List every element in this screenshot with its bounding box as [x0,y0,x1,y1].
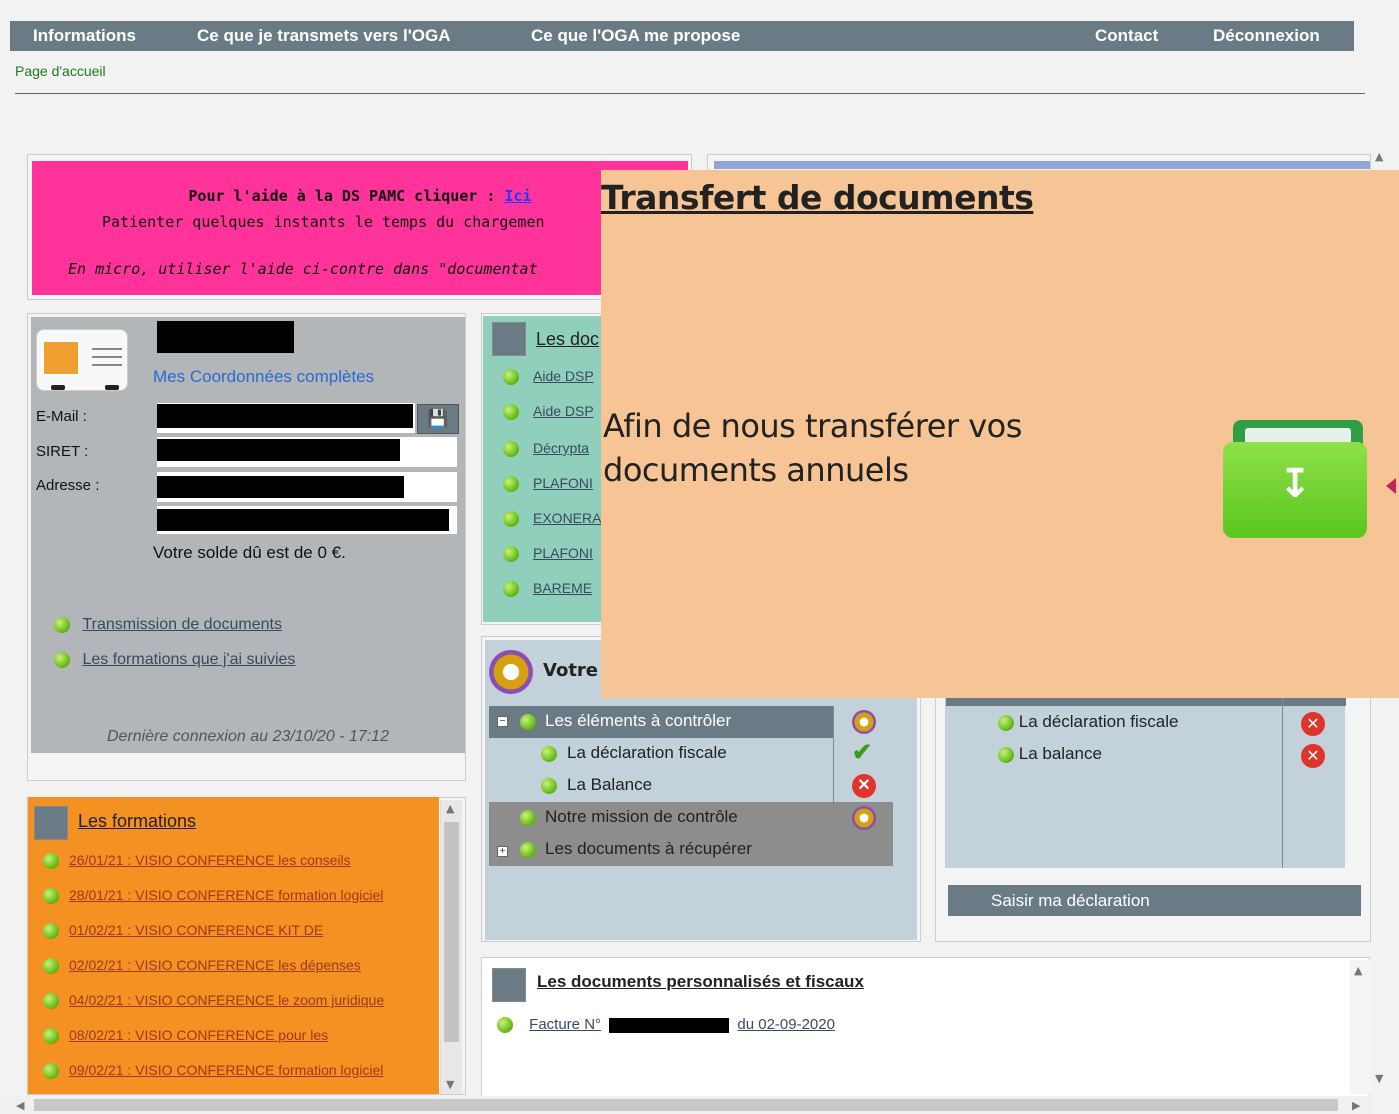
list-item[interactable]: 04/02/21 : VISIO CONFERENCE le zoom juri… [43,992,384,1010]
siret-label: SIRET : [36,443,89,460]
list-item[interactable]: Aide DSP [503,368,594,386]
error-icon: ✕ [852,774,876,798]
gear-icon [489,650,533,694]
list-item[interactable]: Décrypta [503,440,589,458]
table-row[interactable]: + Les documents à récupérer [489,834,893,866]
list-item[interactable]: 28/01/21 : VISIO CONFERENCE formation lo… [43,887,383,905]
adresse-label: Adresse : [36,477,100,494]
banner-line-3: En micro, utiliser l'aide ci-contre dans… [68,260,538,278]
formations-panel [28,797,439,1094]
documents-panel [483,316,605,622]
table-row[interactable]: La Balance ✕ [489,770,893,802]
bullet-icon [54,616,70,633]
banner-line-2: Patienter quelques instants le temps du … [102,213,545,231]
divider [15,93,1365,94]
download-folder-icon[interactable]: ↧ [1223,420,1367,538]
list-item[interactable]: 02/02/21 : VISIO CONFERENCE les dépenses [43,957,361,975]
nav-transmets[interactable]: Ce que je transmets vers l'OGA [197,21,450,51]
table-row[interactable]: − Les éléments à contrôler [489,706,893,738]
save-icon[interactable]: 💾 [417,404,459,434]
bullet-icon [54,651,70,668]
page-horizontal-scrollbar[interactable]: ◀ ▶ [0,1096,1372,1114]
email-label: E-Mail : [36,408,87,425]
list-item[interactable]: 01/02/21 : VISIO CONFERENCE KIT DE [43,922,323,940]
table-row[interactable]: La balance [998,744,1102,764]
banner-line-1: Pour l'aide à la DS PAMC cliquer : Ici [188,187,532,205]
formations-suivies-item[interactable]: Les formations que j'ai suivies [54,651,295,669]
overlay-title: Transfert de documents [601,178,1034,217]
triangle-marker-icon [1386,478,1396,494]
personnalises-scrollbar[interactable]: ▲ [1350,960,1370,1094]
formations-scrollbar[interactable]: ▲ ▼ [440,800,462,1094]
top-nav: Informations Ce que je transmets vers l'… [10,21,1354,51]
solde-text: Votre solde dû est de 0 €. [153,543,346,562]
documents-title[interactable]: Les doc [536,329,599,350]
table-row[interactable]: La déclaration fiscale ✔ [489,738,893,770]
transmission-item[interactable]: Transmission de documents [54,616,282,634]
gear-icon [852,710,876,734]
coordonnees-link[interactable]: Mes Coordonnées complètes [153,367,374,387]
help-banner: Pour l'aide à la DS PAMC cliquer : Ici P… [32,161,688,295]
nav-contact[interactable]: Contact [1095,21,1158,51]
list-item[interactable]: EXONERA [503,510,601,528]
gear-icon [852,806,876,830]
list-item[interactable]: PLAFONI [503,545,593,563]
transfer-overlay[interactable]: Transfert de documents Afin de nous tran… [601,170,1399,698]
error-icon: ✕ [1301,744,1325,768]
nav-informations[interactable]: Informations [33,21,136,51]
personnalises-title[interactable]: Les documents personnalisés et fiscaux [537,972,864,992]
last-login: Dernière connexion au 23/10/20 - 17:12 [107,728,389,745]
redacted-name [157,321,294,353]
invoice-item[interactable]: Facture N° du 02-09-2020 [497,1016,835,1034]
nav-deconnexion[interactable]: Déconnexion [1213,21,1320,51]
panel-icon [492,968,526,1002]
overlay-text: Afin de nous transférer vos documents an… [603,407,1022,489]
formations-title[interactable]: Les formations [78,811,196,832]
help-link[interactable]: Ici [504,187,531,205]
saisir-declaration-button[interactable]: Saisir ma déclaration [948,885,1361,916]
expand-icon[interactable]: + [497,846,508,857]
error-icon: ✕ [1301,712,1325,736]
table-row[interactable]: La déclaration fiscale [998,712,1178,732]
panel-icon [492,322,526,356]
list-item[interactable]: 26/01/21 : VISIO CONFERENCE les conseils [43,852,351,870]
list-item[interactable]: 09/02/21 : VISIO CONFERENCE formation lo… [43,1062,383,1080]
list-item[interactable]: PLAFONI [503,475,593,493]
breadcrumb[interactable]: Page d'accueil [15,63,106,79]
list-item[interactable]: Aide DSP [503,403,594,421]
controle-title: Votre [543,660,599,681]
check-icon: ✔ [852,739,873,766]
table-row[interactable]: Notre mission de contrôle [489,802,893,834]
nav-propose[interactable]: Ce que l'OGA me propose [531,21,740,51]
panel-icon [34,806,68,840]
redacted-invoice-number [609,1017,730,1033]
id-card-icon [36,329,128,391]
collapse-icon[interactable]: − [497,716,508,727]
list-item[interactable]: 08/02/21 : VISIO CONFERENCE pour les [43,1027,328,1045]
list-item[interactable]: BAREME [503,580,592,598]
